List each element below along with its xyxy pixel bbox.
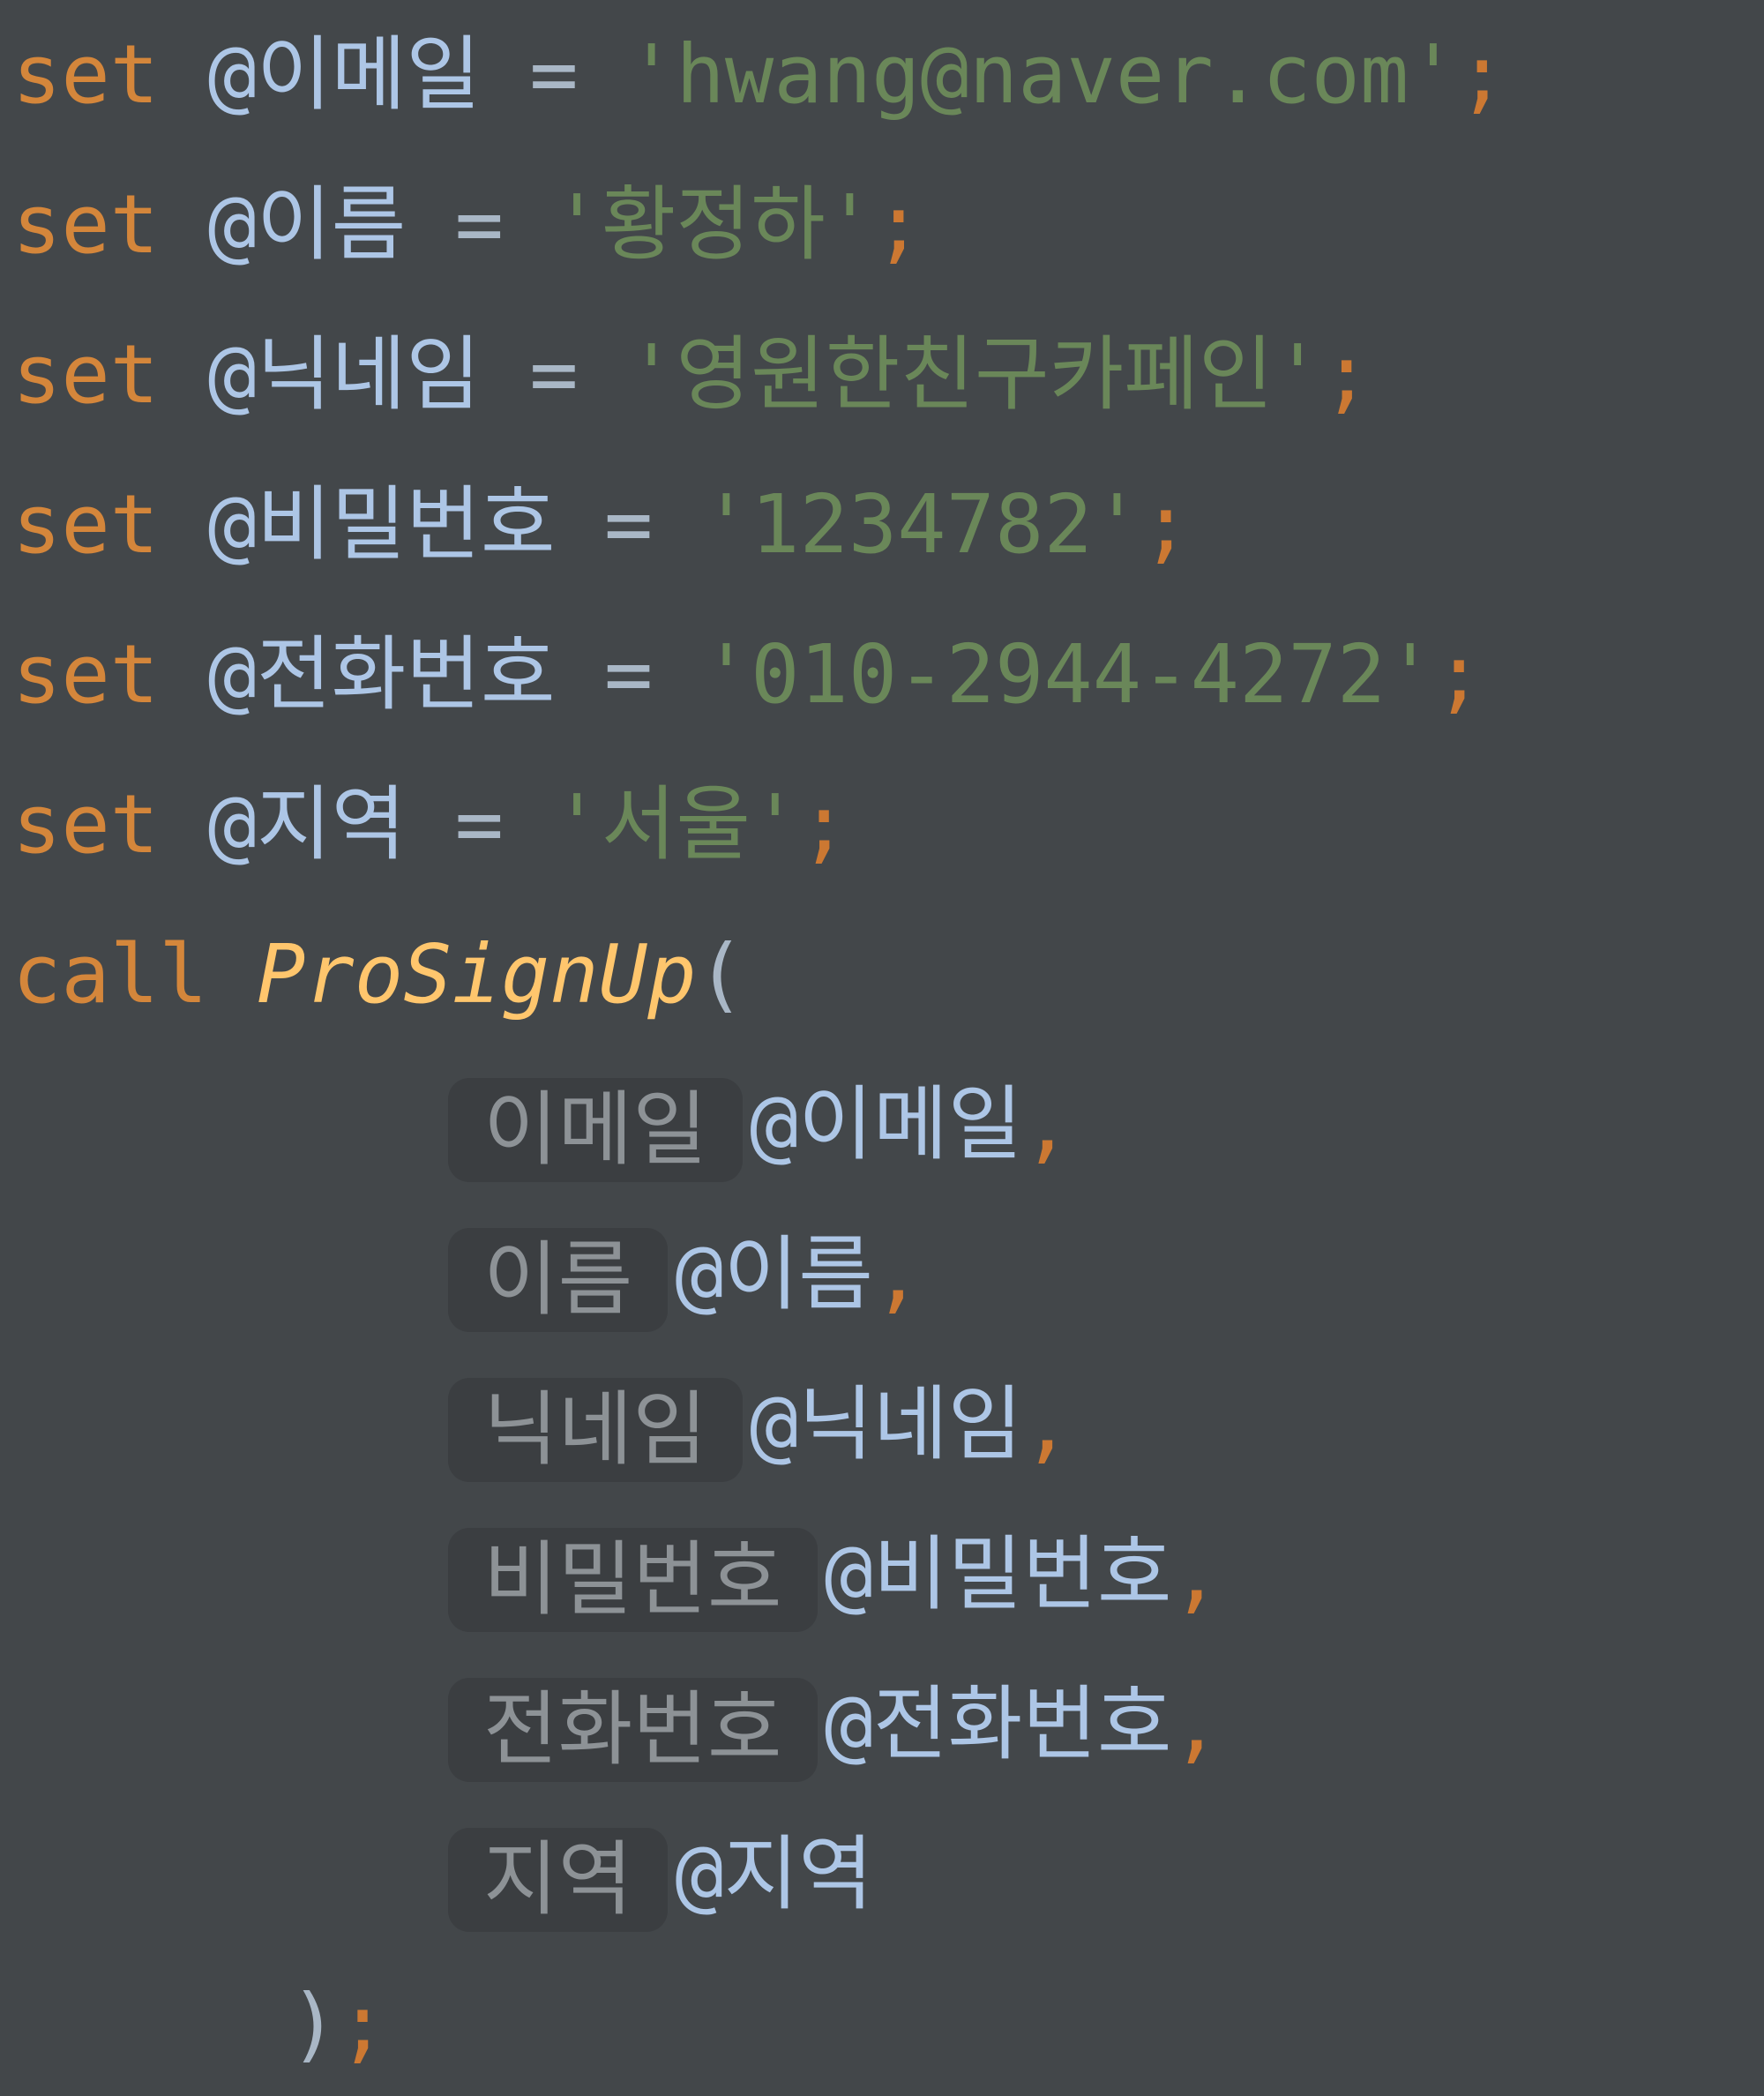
assign-operator: = [529,327,579,422]
assign-operator: = [454,177,505,272]
semicolon: ; [1321,327,1372,422]
keyword-call: call [12,927,208,1022]
code-line-arg-nickname[interactable]: 닉네임 @닉네임, [448,1350,1072,1500]
parameter-hint: 이름 [448,1227,669,1332]
parameter-hint: 이메일 [448,1077,743,1182]
semicolon: ; [1457,27,1507,122]
string-literal: '서울' [552,777,800,872]
parameter-hint: 전화번호 [448,1677,818,1782]
keyword-set: set [12,27,160,122]
semicolon: ; [338,1977,387,2071]
code-line-call[interactable]: call ProSignUp( [12,900,745,1050]
code-line-set-password[interactable]: set @비밀번호 = '1234782'; [12,450,1191,600]
variable-name: @이름 [207,177,407,272]
code-line-set-email[interactable]: set @이메일 = 'hwang@naver.com'; [12,0,1506,150]
assign-operator: = [454,777,505,872]
assign-operator: = [603,627,654,722]
close-paren: ) [289,1977,339,2071]
parameter-hint: 닉네임 [448,1377,743,1482]
comma: , [1171,1677,1221,1771]
open-paren: ( [696,927,745,1022]
argument-variable: @이메일 [749,1077,1023,1172]
semicolon: ; [1141,477,1191,572]
semicolon: ; [1434,627,1484,722]
comma: , [1022,1077,1072,1172]
semicolon: ; [874,177,923,272]
semicolon: ; [799,777,848,872]
code-line-close[interactable]: ); [289,1950,387,2096]
argument-variable: @비밀번호 [824,1527,1172,1621]
assign-operator: = [603,477,654,572]
code-line-arg-password[interactable]: 비밀번호 @비밀번호, [448,1500,1221,1650]
string-literal: '황정하' [552,177,875,272]
string-literal: '010-2944-4272' [701,627,1435,722]
variable-name: @비밀번호 [207,477,556,572]
parameter-hint: 지역 [448,1827,669,1932]
code-line-set-nickname[interactable]: set @닉네임 = '영원한친구카페인'; [12,300,1371,450]
variable-name: @이메일 [207,27,481,122]
keyword-set: set [12,327,160,422]
code-editor[interactable]: set @이메일 = 'hwang@naver.com'; set @이름 = … [0,0,1764,2096]
code-line-set-region[interactable]: set @지역 = '서울'; [12,750,848,900]
variable-name: @지역 [207,777,407,872]
parameter-hint: 비밀번호 [448,1527,818,1632]
assign-operator: = [529,27,579,122]
argument-variable: @지역 [675,1827,873,1921]
string-literal: 'hwang@naver.com' [627,27,1458,122]
string-literal: '1234782' [701,477,1142,572]
code-line-arg-phone[interactable]: 전화번호 @전화번호, [448,1650,1221,1800]
comma: , [1171,1527,1221,1621]
comma: , [1022,1377,1072,1471]
code-line-arg-region[interactable]: 지역 @지역 [448,1800,873,1950]
code-line-set-name[interactable]: set @이름 = '황정하'; [12,150,923,300]
string-literal: '영원한친구카페인' [627,327,1322,422]
argument-variable: @전화번호 [824,1677,1172,1771]
argument-variable: @이름 [675,1227,873,1321]
comma: , [872,1227,923,1321]
variable-name: @닉네임 [207,327,481,422]
keyword-set: set [12,477,160,572]
keyword-set: set [12,777,160,872]
code-line-arg-email[interactable]: 이메일 @이메일, [448,1050,1072,1200]
keyword-set: set [12,177,160,272]
procedure-name: ProSignUp [256,927,697,1022]
code-line-arg-name[interactable]: 이름 @이름, [448,1200,922,1350]
keyword-set: set [12,627,160,722]
argument-variable: @닉네임 [749,1377,1023,1471]
code-line-set-phone[interactable]: set @전화번호 = '010-2944-4272'; [12,600,1484,750]
variable-name: @전화번호 [207,627,556,722]
